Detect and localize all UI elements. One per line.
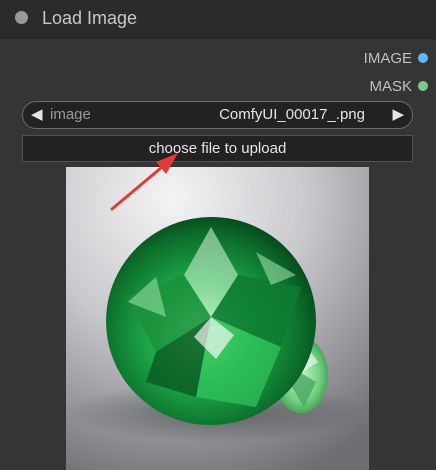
image-combo-widget[interactable]: ◀ image ComfyUI_00017_.png ▶ xyxy=(22,101,413,129)
output-mask-slot-icon[interactable] xyxy=(418,81,428,91)
image-widget-value[interactable]: ComfyUI_00017_.png xyxy=(219,106,365,123)
output-image[interactable]: IMAGE xyxy=(364,49,428,67)
image-widget-label: image xyxy=(50,106,91,123)
image-preview xyxy=(66,167,369,470)
right-triangle-icon[interactable]: ▶ xyxy=(392,105,404,125)
output-image-label: IMAGE xyxy=(363,49,412,67)
choose-file-label: choose file to upload xyxy=(148,140,287,157)
output-mask-label: MASK xyxy=(369,77,412,95)
gemstone-image xyxy=(66,167,369,470)
left-triangle-icon[interactable]: ◀ xyxy=(31,105,43,125)
collapse-dot-icon[interactable] xyxy=(15,11,28,24)
output-image-slot-icon[interactable] xyxy=(418,53,428,63)
node-title: Load Image xyxy=(42,8,138,28)
output-mask[interactable]: MASK xyxy=(369,77,428,95)
node-title-bar[interactable]: Load Image xyxy=(0,0,436,39)
load-image-node: Load Image IMAGE MASK ◀ image ComfyUI_00… xyxy=(0,0,436,470)
choose-file-button[interactable]: choose file to upload xyxy=(22,135,413,162)
